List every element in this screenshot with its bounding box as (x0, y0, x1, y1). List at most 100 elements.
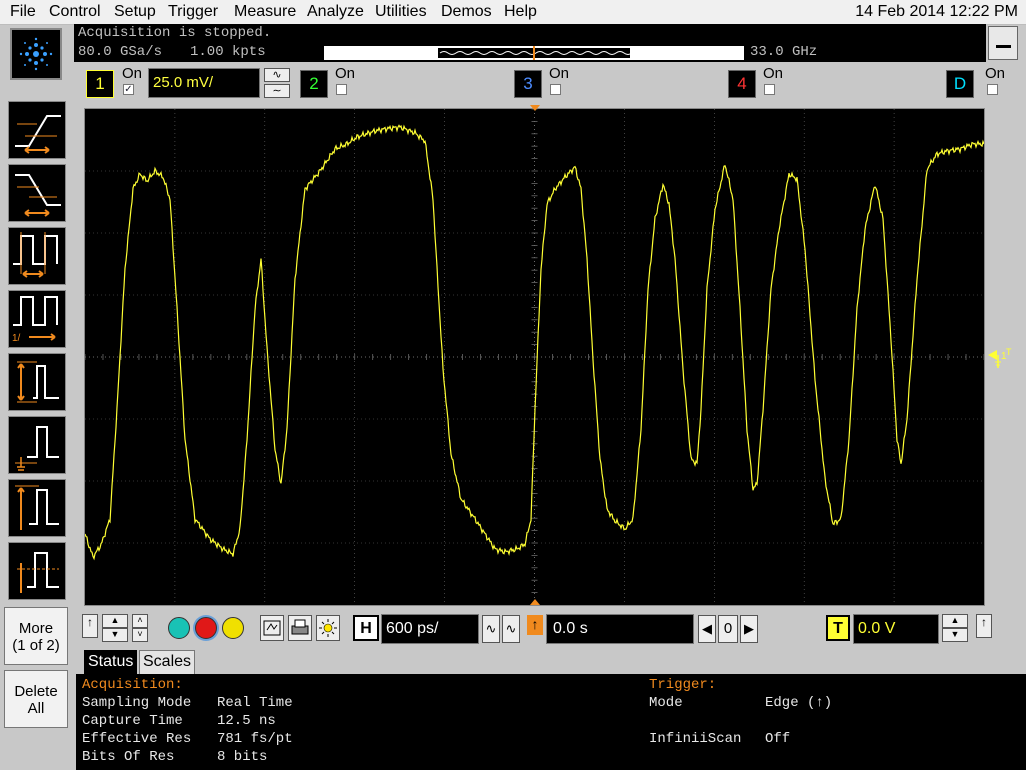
horizontal-position-field[interactable]: 0.0 s (546, 614, 694, 644)
trigger-level-marker[interactable]: 1 T (987, 346, 1013, 372)
autoscale-button[interactable] (260, 615, 284, 641)
channel-3-on-checkbox[interactable] (550, 84, 561, 95)
channel-1-button[interactable]: 1 (86, 70, 114, 98)
digital-on-checkbox[interactable] (987, 84, 998, 95)
menu-trigger[interactable]: Trigger (168, 3, 218, 21)
menu-measure[interactable]: Measure (234, 3, 296, 21)
trigger-button[interactable]: T (826, 615, 850, 641)
channel-1-on-checkbox[interactable]: ✓ (123, 84, 134, 95)
waveform-display[interactable] (84, 108, 985, 606)
v-max-icon (15, 485, 59, 530)
fall-time-tool[interactable] (8, 164, 66, 222)
offset-down-button[interactable]: ▼ (102, 628, 128, 642)
v-peak-to-peak-icon (17, 361, 59, 403)
fall-time-icon (15, 174, 61, 217)
frequency-icon: 1/ (12, 296, 58, 344)
display-brightness-button[interactable] (316, 615, 340, 641)
time-reference-marker-top[interactable] (528, 104, 542, 112)
menu-control[interactable]: Control (49, 3, 101, 21)
channel-4-button[interactable]: 4 (728, 70, 756, 98)
menu-setup[interactable]: Setup (114, 3, 156, 21)
capture-time-label: Capture Time (82, 713, 183, 729)
rise-time-icon (15, 115, 61, 154)
position-zero-button[interactable]: 0 (718, 615, 738, 643)
tab-scales[interactable]: Scales (139, 650, 196, 674)
acquisition-state: Acquisition is stopped. (78, 25, 272, 41)
minimize-button[interactable] (988, 26, 1018, 60)
more-label: More (18, 620, 54, 637)
acquisition-section-title: Acquisition: (82, 677, 183, 693)
rise-time-tool[interactable] (8, 101, 66, 159)
channel-2-on-label: On (335, 65, 356, 82)
sampling-mode-label: Sampling Mode (82, 695, 192, 711)
channel-1-on-label: On (122, 65, 143, 82)
capture-time-value: 12.5 ns (217, 713, 276, 729)
menu-file[interactable]: File (10, 3, 36, 21)
menu-demos[interactable]: Demos (441, 3, 492, 21)
channel-offset-button[interactable]: ↑ (82, 614, 98, 638)
position-left-button[interactable]: ◀ (698, 615, 716, 643)
trigger-level-set-button[interactable]: ↑ (976, 614, 992, 638)
infiniiscan-value: Off (765, 731, 791, 747)
trigger-level-down-button[interactable]: ▼ (942, 628, 968, 642)
scale-down-button[interactable]: ˅ (132, 628, 148, 642)
channel-1-scale-field[interactable]: 25.0 mV/ (148, 68, 260, 98)
tab-status[interactable]: Status (84, 650, 138, 674)
delete-all-button[interactable]: Delete All (4, 670, 68, 728)
logo[interactable] (10, 28, 62, 80)
svg-text:1/: 1/ (12, 333, 21, 344)
menu-utilities[interactable]: Utilities (375, 3, 427, 21)
channel-2-on-checkbox[interactable] (336, 84, 347, 95)
print-button[interactable] (288, 615, 312, 641)
frequency-tool[interactable]: 1/ (8, 290, 66, 348)
trigger-section-title: Trigger: (649, 677, 717, 693)
effective-res-value: 781 fs/pt (217, 731, 293, 747)
bandwidth: 33.0 GHz (750, 44, 818, 60)
position-right-button[interactable]: ▶ (740, 615, 758, 643)
more-button[interactable]: More (1 of 2) (4, 607, 68, 665)
run-button[interactable] (168, 617, 190, 639)
single-button[interactable] (222, 617, 244, 639)
trigger-mode-value: Edge (↑) (765, 695, 833, 711)
trigger-mode-label: Mode (649, 695, 683, 711)
menu-analyze[interactable]: Analyze (307, 3, 364, 21)
menu-help[interactable]: Help (504, 3, 537, 21)
digital-channel-button[interactable]: D (946, 70, 974, 98)
delete-all-label: All (27, 700, 45, 717)
record-length: 1.00 kpts (190, 44, 266, 60)
more-page-label: (1 of 2) (12, 637, 60, 654)
channel-3-button[interactable]: 3 (514, 70, 542, 98)
scale-up-button[interactable]: ˄ (132, 614, 148, 628)
channel-4-on-checkbox[interactable] (764, 84, 775, 95)
v-min-icon (15, 426, 59, 471)
graticule (84, 108, 985, 606)
v-average-tool[interactable] (8, 542, 66, 600)
horizontal-position-icon[interactable]: ↑ (527, 615, 543, 635)
v-peak-to-peak-tool[interactable] (8, 353, 66, 411)
time-reference-marker-bottom[interactable] (528, 598, 542, 606)
period-tool[interactable] (8, 227, 66, 285)
channel-2-button[interactable]: 2 (300, 70, 328, 98)
waveform-overview[interactable] (324, 46, 744, 60)
date-time: 14 Feb 2014 12:22 PM (855, 3, 1018, 20)
bits-of-res-label: Bits Of Res (82, 749, 175, 765)
svg-text:T: T (1006, 347, 1012, 357)
trigger-level-up-button[interactable]: ▲ (942, 614, 968, 628)
sample-rate: 80.0 GSa/s (78, 44, 163, 60)
trigger-level-field[interactable]: 0.0 V (853, 614, 939, 644)
delete-label: Delete (14, 683, 58, 700)
channel-3-on-label: On (549, 65, 570, 82)
ac-coupling-button[interactable]: ∿ (264, 68, 290, 82)
timebase-coarse-button[interactable]: ∿ (502, 615, 520, 643)
horizontal-button[interactable]: H (353, 615, 379, 641)
sampling-mode-value: Real Time (217, 695, 293, 711)
effective-res-label: Effective Res (82, 731, 192, 747)
dc-coupling-button[interactable]: ∼ (264, 84, 290, 98)
offset-up-button[interactable]: ▲ (102, 614, 128, 628)
timebase-fine-button[interactable]: ∿ (482, 615, 500, 643)
channel-4-on-label: On (763, 65, 784, 82)
v-max-tool[interactable] (8, 479, 66, 537)
timebase-scale-field[interactable]: 600 ps/ (381, 614, 479, 644)
stop-button[interactable] (195, 617, 217, 639)
v-min-tool[interactable] (8, 416, 66, 474)
